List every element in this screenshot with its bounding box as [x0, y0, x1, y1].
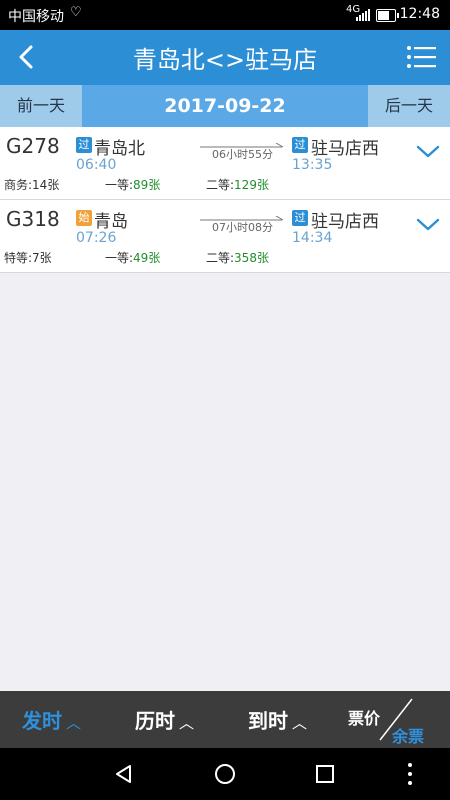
chevron-up-icon: ︿ [292, 714, 308, 732]
arrival-time: 13:35 [292, 157, 333, 173]
seat-first-class: 一等:89张 [105, 178, 161, 192]
route-title: 青岛北<>驻马店 [132, 46, 318, 74]
next-day-button[interactable]: 后一天 [368, 85, 450, 127]
signal-icon [356, 9, 370, 21]
train-code: G318 [6, 207, 60, 231]
sort-remaining-tab[interactable]: 余票 [392, 723, 424, 747]
sort-departure-tab[interactable]: 发时 ︿ [22, 705, 81, 734]
date-bar: 前一天 2017-09-22 后一天 [0, 85, 450, 127]
departure-station: 青岛 [94, 212, 128, 232]
seat-premium: 特等:7张 [4, 251, 52, 265]
heart-pulse-icon: ♡ [70, 5, 82, 20]
seat-business: 商务:14张 [4, 178, 60, 192]
train-row[interactable]: G278 过 青岛北 06:40 06小时55分 过 驻马店西 13:35 商务… [0, 127, 450, 200]
clock: 12:48 [399, 6, 440, 22]
pass-badge: 过 [292, 137, 308, 153]
origin-badge: 始 [76, 210, 92, 226]
nav-back-icon[interactable] [114, 764, 134, 784]
nav-more-icon[interactable] [406, 762, 414, 786]
train-list: G278 过 青岛北 06:40 06小时55分 过 驻马店西 13:35 商务… [0, 127, 450, 273]
back-chevron-icon[interactable] [14, 44, 40, 70]
battery-icon [376, 9, 399, 22]
sort-bar: 发时 ︿ 历时 ︿ 到时 ︿ 票价 余票 [0, 691, 450, 748]
seat-first-class: 一等:49张 [105, 251, 161, 265]
chevron-down-icon[interactable] [416, 216, 440, 232]
app-header: 青岛北<>驻马店 [0, 30, 450, 85]
sort-duration-tab[interactable]: 历时 ︿ [135, 705, 194, 734]
chevron-up-icon: ︿ [66, 714, 82, 732]
pass-badge: 过 [76, 137, 92, 153]
train-row[interactable]: G318 始 青岛 07:26 07小时08分 过 驻马店西 14:34 特等:… [0, 200, 450, 273]
seat-second-class: 二等:129张 [206, 178, 269, 192]
departure-time: 06:40 [76, 157, 117, 173]
selected-date[interactable]: 2017-09-22 [82, 85, 368, 127]
nav-recents-icon[interactable] [315, 764, 335, 784]
train-code: G278 [6, 134, 60, 158]
travel-duration: 06小时55分 [212, 148, 273, 161]
status-bar: 中国移动 ♡ 4G 12:48 [0, 0, 450, 30]
menu-list-icon[interactable] [406, 45, 436, 69]
carrier-name: 中国移动 [8, 9, 64, 25]
arrival-station: 驻马店西 [311, 212, 379, 232]
seat-second-class: 二等:358张 [206, 251, 269, 265]
chevron-down-icon[interactable] [416, 143, 440, 159]
arrival-time: 14:34 [292, 230, 333, 246]
travel-duration: 07小时08分 [212, 221, 273, 234]
departure-station: 青岛北 [94, 139, 145, 159]
nav-home-icon[interactable] [214, 763, 236, 785]
system-nav-bar [0, 748, 450, 800]
arrival-station: 驻马店西 [311, 139, 379, 159]
chevron-up-icon: ︿ [179, 714, 195, 732]
sort-arrival-tab[interactable]: 到时 ︿ [248, 705, 307, 734]
pass-badge: 过 [292, 210, 308, 226]
departure-time: 07:26 [76, 230, 117, 246]
prev-day-button[interactable]: 前一天 [0, 85, 82, 127]
